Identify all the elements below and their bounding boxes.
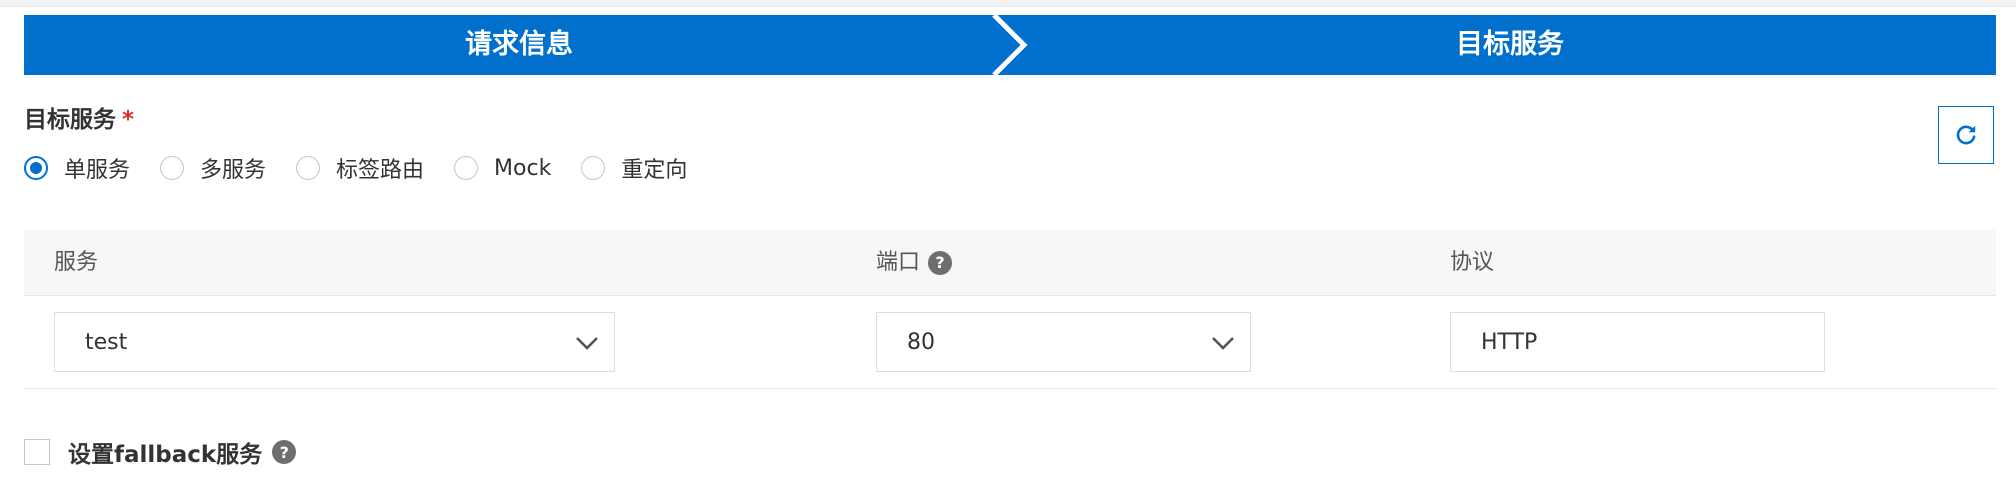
refresh-button[interactable] bbox=[1938, 106, 1994, 164]
service-select-value: test bbox=[85, 329, 128, 355]
radio-label: 多服务 bbox=[200, 158, 267, 183]
radio-indicator bbox=[581, 156, 606, 180]
service-type-radio-group: 单服务 多服务 标签路由 Mock 重定向 bbox=[24, 152, 717, 184]
help-icon[interactable]: ? bbox=[272, 440, 297, 464]
protocol-value: HTTP bbox=[1481, 329, 1538, 355]
radio-label: Mock bbox=[494, 155, 552, 181]
top-border bbox=[0, 0, 2016, 7]
chevron-down-icon bbox=[1212, 337, 1234, 350]
header-port: 端口 ? bbox=[876, 230, 953, 295]
radio-mock[interactable]: Mock bbox=[454, 156, 551, 181]
section-title: 目标服务 bbox=[24, 107, 116, 133]
table-row: test 80 HTTP bbox=[24, 296, 1996, 389]
port-select[interactable]: 80 bbox=[876, 312, 1251, 372]
radio-tag-routing[interactable]: 标签路由 bbox=[296, 152, 424, 184]
radio-single-service[interactable]: 单服务 bbox=[24, 152, 130, 184]
header-port-label: 端口 bbox=[876, 250, 921, 275]
radio-multi-service[interactable]: 多服务 bbox=[160, 152, 266, 184]
header-service: 服务 bbox=[54, 250, 99, 275]
header-protocol: 协议 bbox=[1450, 250, 1495, 275]
protocol-field[interactable]: HTTP bbox=[1450, 312, 1825, 372]
step-bar: 请求信息 目标服务 bbox=[24, 15, 1996, 75]
service-table: 服务 端口 ? 协议 test 80 HTTP bbox=[24, 230, 1996, 389]
target-service-label: 目标服务 * bbox=[24, 100, 134, 134]
step-target-service: 目标服务 bbox=[1456, 29, 1564, 60]
step-request-info: 请求信息 bbox=[465, 29, 573, 60]
service-select[interactable]: test bbox=[54, 312, 615, 372]
table-header: 服务 端口 ? 协议 bbox=[24, 230, 1996, 296]
radio-label: 单服务 bbox=[64, 158, 131, 183]
radio-redirect[interactable]: 重定向 bbox=[581, 152, 687, 184]
radio-indicator bbox=[24, 156, 48, 180]
fallback-option: 设置fallback服务 ? bbox=[24, 435, 297, 469]
radio-label: 重定向 bbox=[621, 158, 688, 183]
fallback-label: 设置fallback服务 bbox=[68, 442, 263, 468]
radio-indicator bbox=[160, 156, 185, 180]
chevron-down-icon bbox=[576, 337, 598, 350]
radio-indicator bbox=[454, 156, 479, 180]
port-select-value: 80 bbox=[907, 329, 935, 355]
fallback-checkbox[interactable] bbox=[24, 439, 50, 465]
refresh-icon bbox=[1956, 125, 1976, 145]
radio-indicator bbox=[296, 156, 321, 180]
required-mark: * bbox=[122, 107, 135, 133]
radio-label: 标签路由 bbox=[336, 158, 425, 183]
help-icon[interactable]: ? bbox=[928, 250, 953, 275]
